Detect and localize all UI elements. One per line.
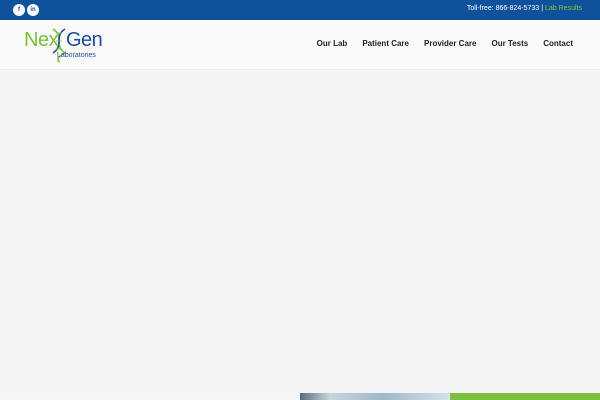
contact-line: Toll-free: 866-824-5733 | Lab Results bbox=[467, 5, 582, 12]
tollfree-text: Toll-free: 866-824-5733 bbox=[466, 5, 540, 12]
separator: | bbox=[541, 5, 544, 12]
top-bar: f in Toll-free: 866-824-5733 | Lab Results bbox=[0, 0, 600, 20]
linkedin-icon[interactable]: in bbox=[27, 4, 39, 16]
content-strip-green bbox=[450, 393, 600, 400]
logo-gen-text: Gen bbox=[66, 29, 103, 51]
hero-banner-placeholder bbox=[0, 71, 600, 393]
content-image-strip bbox=[300, 393, 450, 400]
nav-contact[interactable]: Contact bbox=[543, 39, 573, 48]
logo-subtitle: Laboratories bbox=[57, 52, 96, 59]
nexgen-logo[interactable]: Nex Gen Laboratories bbox=[24, 27, 108, 65]
content-strip-left bbox=[0, 393, 300, 400]
lab-results-link[interactable]: Lab Results bbox=[545, 5, 582, 12]
nav-patient-care[interactable]: Patient Care bbox=[362, 39, 409, 48]
nav-provider-care[interactable]: Provider Care bbox=[424, 39, 476, 48]
logo-nex-text: Nex bbox=[24, 29, 59, 51]
facebook-icon[interactable]: f bbox=[13, 4, 25, 16]
main-nav: Our Lab Patient Care Provider Care Our T… bbox=[317, 39, 573, 48]
site-header: Nex Gen Laboratories Our Lab Patient Car… bbox=[0, 20, 600, 70]
nav-our-tests[interactable]: Our Tests bbox=[491, 39, 528, 48]
nav-our-lab[interactable]: Our Lab bbox=[317, 39, 348, 48]
